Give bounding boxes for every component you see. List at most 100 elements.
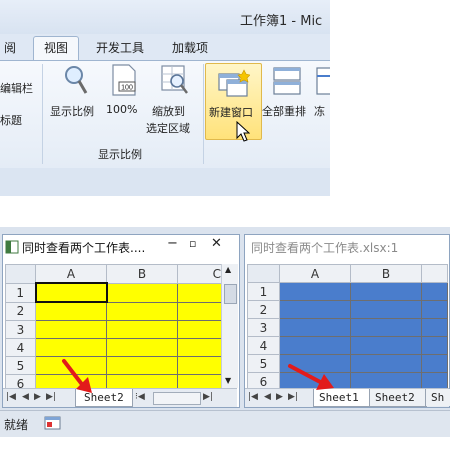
arrange-all-icon (273, 67, 301, 95)
row-header[interactable]: 5 (247, 354, 280, 373)
cell[interactable] (177, 320, 222, 339)
arrange-all-button[interactable]: 全部重排 (262, 62, 314, 124)
restore-button[interactable]: ▫ (189, 237, 196, 250)
cell[interactable] (421, 318, 448, 337)
cell[interactable] (421, 282, 448, 301)
row-header[interactable]: 2 (5, 301, 36, 321)
cell[interactable] (177, 301, 222, 321)
grid-corner[interactable] (247, 264, 280, 283)
row-header[interactable]: 2 (247, 300, 280, 319)
cell[interactable] (279, 318, 351, 337)
selected-cell-a1[interactable] (34, 282, 108, 303)
row-header[interactable]: 4 (5, 338, 36, 357)
scroll-right-icon[interactable]: ▶| (203, 392, 213, 402)
zoom-selection-label-2: 选定区域 (146, 122, 190, 135)
column-header[interactable]: C (177, 264, 222, 284)
prev-sheet-icon[interactable]: ◀ (264, 392, 271, 402)
new-window-button[interactable]: 新建窗口 (205, 63, 262, 140)
zoom-to-selection-button[interactable]: 缩放到 选定区域 (146, 62, 202, 137)
zoom-selection-label-1: 缩放到 (152, 105, 185, 118)
last-sheet-icon[interactable]: ▶| (46, 392, 56, 402)
arrange-all-label: 全部重排 (262, 105, 306, 118)
first-sheet-icon[interactable]: |◀ (6, 392, 16, 402)
cell[interactable] (421, 300, 448, 319)
row-header[interactable]: 5 (5, 356, 36, 375)
cell[interactable] (279, 300, 351, 319)
cell[interactable] (421, 354, 448, 373)
cell[interactable] (421, 336, 448, 355)
zoom-selection-icon (161, 65, 188, 94)
scroll-up-icon[interactable]: ▲ (225, 265, 231, 274)
right-sheet-grid: A B 1 2 3 4 5 6 (247, 264, 448, 391)
red-arrow-icon (288, 364, 334, 390)
group-separator (203, 64, 204, 164)
row-header[interactable]: 4 (247, 336, 280, 355)
cell[interactable] (106, 301, 178, 321)
cell[interactable] (177, 356, 222, 375)
cell[interactable] (279, 336, 351, 355)
cell[interactable] (350, 318, 422, 337)
zoom-100-label: 100% (106, 103, 138, 116)
status-ready-text: 就绪 (4, 418, 29, 432)
vertical-scrollbar[interactable]: ▲ ▼ (221, 264, 238, 388)
column-header[interactable]: A (35, 264, 107, 284)
excel-doc-icon (5, 240, 19, 254)
cell[interactable] (177, 282, 222, 303)
formula-bar-checkbox-label[interactable]: 编辑栏 (0, 80, 33, 96)
sheet-tab-sheet3[interactable]: Sh (425, 389, 450, 406)
cell[interactable] (106, 282, 178, 303)
first-sheet-icon[interactable]: |◀ (248, 392, 258, 402)
row-header[interactable]: 3 (247, 318, 280, 337)
minimize-button[interactable]: − (167, 236, 178, 251)
cell[interactable] (177, 338, 222, 357)
cell[interactable] (35, 320, 107, 339)
cell[interactable] (350, 354, 422, 373)
freeze-panes-button[interactable]: 冻 (314, 62, 330, 124)
grid-corner[interactable] (5, 264, 36, 284)
cell[interactable] (350, 282, 422, 301)
horizontal-scrollbar[interactable] (153, 392, 201, 405)
scroll-down-icon[interactable]: ▼ (225, 376, 231, 385)
close-button[interactable]: ✕ (211, 236, 222, 251)
cell[interactable] (35, 338, 107, 357)
column-header[interactable]: B (106, 264, 178, 284)
sheet-tab-bar: |◀ ◀ ▶ ▶| Sheet2 ⁝◀ ▶| (3, 388, 237, 407)
group-separator (42, 64, 43, 164)
tab-view[interactable]: 视图 (44, 39, 68, 56)
cell[interactable] (279, 282, 351, 301)
mouse-cursor-icon (236, 121, 250, 142)
left-window-title: 同时查看两个工作表.... (22, 241, 146, 255)
status-bar: 就绪 (0, 410, 450, 437)
cell[interactable] (350, 300, 422, 319)
scroll-thumb[interactable] (224, 284, 237, 304)
macro-record-icon[interactable] (44, 416, 62, 431)
prev-sheet-icon[interactable]: ◀ (22, 392, 29, 402)
zoom-button[interactable]: 显示比例 (50, 62, 98, 124)
row-header[interactable]: 3 (5, 320, 36, 339)
new-window-label: 新建窗口 (209, 106, 253, 119)
tab-addins[interactable]: 加载项 (172, 39, 208, 56)
column-header[interactable]: B (350, 264, 422, 283)
window-title: 工作簿1 - Mic (240, 14, 323, 29)
tab-developer[interactable]: 开发工具 (96, 39, 144, 56)
headings-checkbox-label[interactable]: 标题 (0, 112, 22, 128)
title-bar: 工作簿1 - Mic (0, 0, 330, 34)
column-header[interactable] (421, 264, 448, 283)
row-header[interactable]: 1 (247, 282, 280, 301)
next-sheet-icon[interactable]: ▶ (34, 392, 41, 402)
sheet-tab-sheet2[interactable]: Sheet2 (369, 389, 427, 407)
cell[interactable] (106, 338, 178, 357)
magnifier-icon (65, 66, 88, 94)
tab-review[interactable]: 阅 (4, 39, 16, 56)
cell[interactable] (106, 356, 178, 375)
tab-split-icon[interactable]: ⁝◀ (135, 392, 145, 402)
zoom-100-button[interactable]: 100 100% (104, 62, 144, 124)
cell[interactable] (35, 301, 107, 321)
red-arrow-icon (62, 359, 92, 393)
row-header[interactable]: 1 (5, 282, 36, 303)
next-sheet-icon[interactable]: ▶ (276, 392, 283, 402)
ribbon-screenshot: 工作簿1 - Mic 阅 视图 开发工具 加载项 编辑栏 标题 显示比例 100… (0, 0, 330, 196)
column-header[interactable]: A (279, 264, 351, 283)
cell[interactable] (106, 320, 178, 339)
cell[interactable] (350, 336, 422, 355)
